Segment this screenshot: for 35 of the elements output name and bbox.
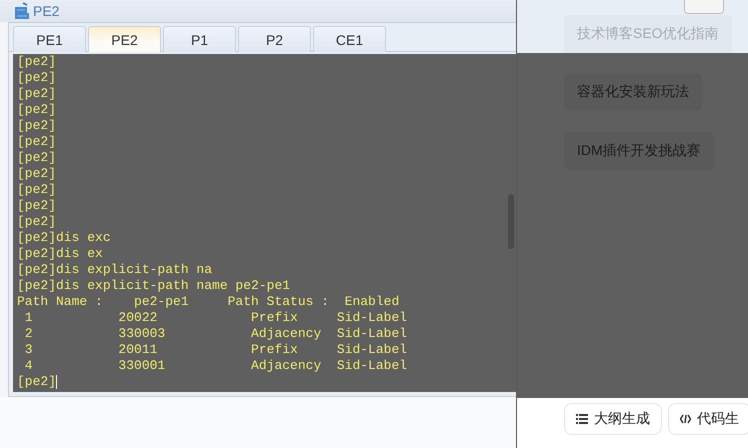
terminal-line: [pe2] [17, 70, 58, 86]
code-icon [680, 414, 691, 424]
terminal-line: [pe2] [17, 150, 58, 166]
terminal-line: [pe2] [17, 214, 58, 230]
device-tab[interactable]: CE1 [313, 26, 386, 52]
device-tab[interactable]: PE1 [13, 26, 86, 52]
terminal-line: 4 330001 Adjacency Sid-Label [24, 358, 408, 374]
terminal-line: [pe2] [17, 166, 58, 182]
text-cursor [56, 375, 58, 389]
network-device-icon [14, 2, 30, 20]
terminal-line: [pe2] [17, 182, 58, 198]
terminal-line: [pe2] [17, 134, 58, 150]
terminal-line: [pe2] [17, 198, 58, 214]
action-button[interactable]: 代码生 [668, 403, 748, 435]
device-tab[interactable]: P1 [163, 26, 236, 52]
terminal-line: [pe2]dis explicit-path name pe2-pe1 [17, 278, 292, 294]
terminal-line: Path Name : pe2-pe1 Path Status : Enabled [17, 294, 400, 310]
list-icon [576, 414, 588, 424]
terminal-line: [pe2] [17, 102, 58, 118]
terminal-console[interactable] [13, 54, 516, 392]
terminal-line: 2 330003 Adjacency Sid-Label [24, 326, 408, 342]
terminal-line: [pe2] [17, 118, 58, 134]
terminal-line: [pe2]dis ex [17, 246, 104, 262]
terminal-prompt: [pe2] [17, 374, 56, 390]
action-button[interactable]: 大纲生成 [564, 403, 662, 435]
terminal-line: [pe2] [17, 54, 58, 70]
terminal-line: [pe2]dis explicit-path na [17, 262, 214, 278]
device-tab[interactable]: PE2 [88, 26, 161, 52]
terminal-line: 3 20011 Prefix Sid-Label [24, 342, 408, 358]
device-tab[interactable]: P2 [238, 26, 311, 52]
window-title: PE2 [33, 3, 60, 19]
terminal-line: 1 20022 Prefix Sid-Label [24, 310, 408, 326]
terminal-line: [pe2]dis exc [17, 230, 112, 246]
terminal-line: [pe2] [17, 86, 58, 102]
restore-button[interactable] [684, 0, 724, 14]
